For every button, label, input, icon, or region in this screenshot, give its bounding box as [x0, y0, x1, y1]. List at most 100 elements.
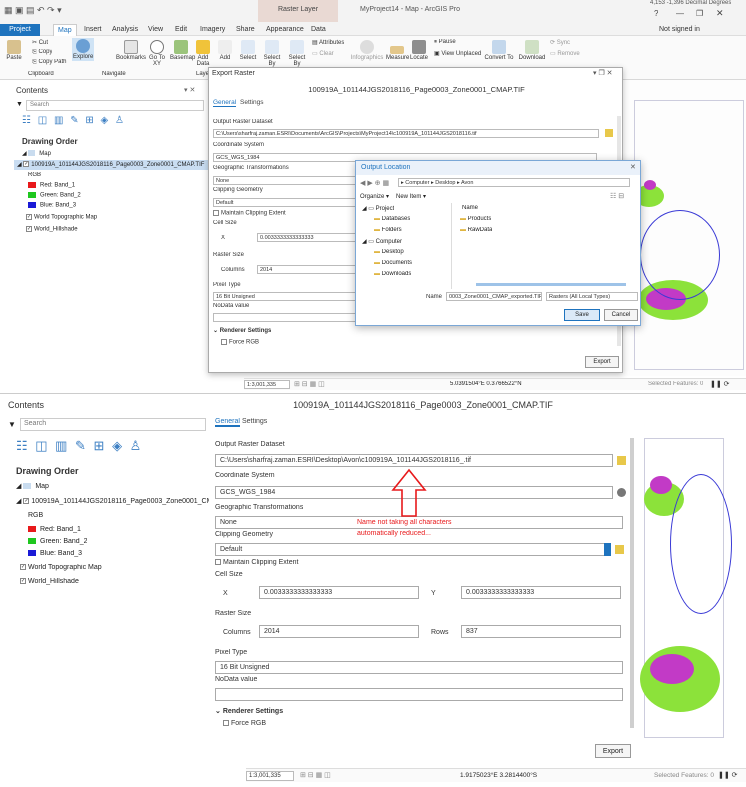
close-icon[interactable]: ✕: [630, 163, 636, 171]
raster-layer-row-bottom[interactable]: ◢ ✓ 100919A_101144JGS2018116_Page0003_Zon…: [16, 497, 233, 505]
basemap-hillshade-row[interactable]: ✓ World_Hillshade: [20, 578, 79, 585]
browse-folder-icon[interactable]: [617, 456, 626, 465]
export-button-top[interactable]: Export: [585, 356, 619, 368]
view-unplaced-button[interactable]: ▣ View Unplaced: [434, 50, 481, 57]
path-avon[interactable]: Avon: [461, 180, 473, 186]
path-computer[interactable]: Computer: [405, 180, 429, 186]
file-products[interactable]: ▬ Products: [460, 216, 491, 222]
clear-button[interactable]: ▭ Clear: [312, 50, 334, 57]
bookmarks-button[interactable]: Bookmarks: [116, 40, 146, 61]
tree-downloads[interactable]: ▬ Downloads: [374, 271, 411, 277]
basemap-topo-row[interactable]: ✓ World Topographic Map: [26, 214, 97, 221]
renderer-settings-bottom[interactable]: ⌄ Renderer Settings: [215, 707, 283, 715]
browse-folder-icon[interactable]: [615, 545, 624, 554]
filter-icon[interactable]: ▼: [8, 420, 16, 429]
map-view-top[interactable]: [624, 80, 746, 376]
columns-input-top[interactable]: 2014: [257, 265, 357, 274]
new-item-menu[interactable]: New Item ▾: [396, 193, 426, 200]
copy-button[interactable]: ⎘ Copy: [32, 49, 52, 56]
column-header-name[interactable]: Name: [462, 205, 478, 211]
help-button[interactable]: ?: [654, 9, 658, 18]
select-by-attributes-button[interactable]: Select By: [260, 40, 284, 67]
clip-geometry-select-bottom[interactable]: Default: [215, 543, 611, 556]
tab-edit[interactable]: Edit: [171, 24, 191, 36]
go-to-xy-button[interactable]: Go To XY: [148, 40, 166, 67]
filter-icon[interactable]: ▼: [16, 101, 23, 108]
geo-transform-select-top[interactable]: None: [213, 176, 363, 185]
locate-button[interactable]: Locate: [410, 40, 428, 61]
tree-databases[interactable]: ▬ Databases: [374, 216, 410, 222]
hillshade-checkbox[interactable]: ✓: [20, 578, 26, 585]
nodata-input-bottom[interactable]: [215, 688, 623, 701]
remove-button[interactable]: ▭ Remove: [550, 50, 580, 57]
tab-settings-bottom[interactable]: Settings: [242, 418, 267, 425]
pause-button[interactable]: ⏸ Pause: [434, 39, 456, 46]
clip-geometry-select-top[interactable]: Default: [213, 198, 363, 207]
add-button[interactable]: Add: [218, 40, 232, 61]
path-breadcrumb[interactable]: ▸ Computer ▸ Desktop ▸ Avon: [398, 178, 630, 187]
tab-settings-top[interactable]: Settings: [240, 99, 264, 106]
measure-button[interactable]: Measure: [386, 40, 409, 61]
close-icon[interactable]: ✕: [716, 8, 724, 19]
cell-y-input-bottom[interactable]: 0.0033333333333333: [461, 586, 621, 599]
map-view-bottom[interactable]: [640, 424, 746, 764]
infographics-button[interactable]: Infographics: [350, 40, 384, 61]
topo-checkbox[interactable]: ✓: [26, 214, 32, 220]
tab-map[interactable]: Map: [53, 24, 77, 36]
selected-features-bottom[interactable]: Selected Features: 0: [654, 772, 714, 779]
attributes-button[interactable]: ▤ Attributes: [312, 39, 344, 46]
status-tools-icons[interactable]: ⊞ ⊟ ▦ ◫: [294, 380, 325, 388]
tree-folders[interactable]: ▬ Folders: [374, 227, 402, 233]
convert-to-button[interactable]: Convert To: [484, 40, 514, 61]
scale-select-bottom[interactable]: 1:3,001,335: [246, 771, 294, 781]
contents-view-toolbar[interactable]: ☷ ◫ ▥ ✎ ⊞ ◈ ♙: [16, 438, 143, 454]
type-select[interactable]: Rasters (All Local Types): [546, 292, 638, 301]
basemap-hillshade-row[interactable]: ✓ World_Hillshade: [26, 226, 78, 233]
tab-analysis[interactable]: Analysis: [108, 24, 142, 36]
pane-options-icon[interactable]: ▾ ✕: [184, 86, 195, 94]
contents-view-toolbar[interactable]: ☷ ◫ ▥ ✎ ⊞ ◈ ♙: [22, 115, 126, 126]
status-tools-icons[interactable]: ⊞ ⊟ ▦ ◫: [300, 771, 331, 779]
pixel-type-select-top[interactable]: 16 Bit Unsigned: [213, 292, 363, 301]
name-input[interactable]: 0003_Zone0001_CMAP_exported.TIF: [446, 292, 542, 301]
horizontal-scrollbar[interactable]: [476, 283, 626, 286]
select-button[interactable]: Select: [238, 40, 258, 61]
cancel-button[interactable]: Cancel: [604, 309, 638, 321]
tab-imagery[interactable]: Imagery: [196, 24, 229, 36]
layer-visibility-checkbox[interactable]: ✓: [23, 498, 30, 505]
basemap-button[interactable]: Basemap: [170, 40, 195, 61]
maintain-checkbox[interactable]: [213, 210, 219, 216]
scale-select-top[interactable]: 1:3,001,335: [244, 380, 290, 389]
tab-insert[interactable]: Insert: [80, 24, 106, 36]
tab-share[interactable]: Share: [232, 24, 259, 36]
file-rawdata[interactable]: ▬ RawData: [460, 227, 492, 233]
browse-folder-icon[interactable]: [605, 129, 613, 137]
raster-layer-row-top[interactable]: ◢ ✓ 100919A_101144JGS2018116_Page0003_Zon…: [14, 160, 208, 170]
output-raster-input-bottom[interactable]: C:\Users\sharfraj.zaman.ESRI\Desktop\Avo…: [215, 454, 613, 467]
cell-x-input-top[interactable]: 0.0033333333333333: [257, 233, 357, 242]
force-rgb-top[interactable]: Force RGB: [221, 339, 259, 346]
quick-access-toolbar[interactable]: ▦ ▣ ▤ ↶ ↷ ▾: [4, 5, 62, 16]
explore-button[interactable]: Explore: [72, 38, 94, 61]
add-data-button[interactable]: Add Data: [196, 40, 210, 67]
cut-button[interactable]: ✂ Cut: [32, 39, 48, 46]
tree-documents[interactable]: ▬ Documents: [374, 260, 412, 266]
maintain-extent-bottom[interactable]: Maintain Clipping Extent: [215, 559, 299, 566]
minimize-icon[interactable]: —: [676, 9, 684, 18]
tab-project[interactable]: Project: [0, 24, 40, 36]
force-rgb-bottom[interactable]: Force RGB: [223, 720, 266, 727]
nodata-input-top[interactable]: [213, 313, 363, 322]
tree-desktop[interactable]: ▬ Desktop: [374, 249, 404, 255]
tree-project[interactable]: ◢ ▭ Project: [362, 205, 394, 212]
dropdown-toggle[interactable]: [604, 543, 611, 556]
pixel-type-select-bottom[interactable]: 16 Bit Unsigned: [215, 661, 623, 674]
paste-button[interactable]: Paste: [4, 40, 24, 61]
renderer-settings-top[interactable]: ⌄ Renderer Settings: [213, 327, 271, 334]
tree-computer[interactable]: ◢ ▭ Computer: [362, 238, 402, 245]
contents-search-input[interactable]: Search: [26, 100, 204, 111]
maintain-checkbox[interactable]: [215, 559, 221, 566]
tab-view[interactable]: View: [144, 24, 167, 36]
path-desktop[interactable]: Desktop: [435, 180, 455, 186]
basemap-topo-row[interactable]: ✓ World Topographic Map: [20, 564, 102, 571]
tab-appearance[interactable]: Appearance: [262, 24, 308, 36]
